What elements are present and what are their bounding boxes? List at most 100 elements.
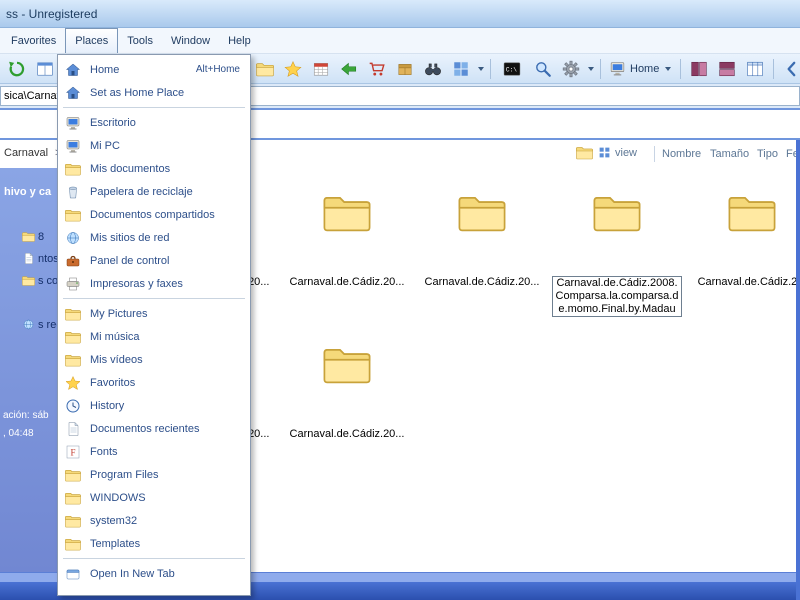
file-item-label: Carnaval.de.Cádiz.20...: [289, 428, 405, 440]
sidebar-link-0[interactable]: 8: [22, 230, 44, 243]
home-button[interactable]: Home: [606, 57, 675, 81]
columns-icon: [746, 60, 764, 78]
cart-button[interactable]: [364, 57, 390, 81]
file-item[interactable]: Carnaval.de.Cádiz.20...: [280, 188, 414, 338]
places-menu-item-home[interactable]: Home Alt+Home: [58, 58, 250, 81]
control-panel-icon: [65, 253, 81, 269]
folder-icon: [323, 192, 371, 232]
folder-icon[interactable]: [576, 145, 593, 160]
home-monitor-icon: [609, 60, 626, 77]
title-bar: ss - Unregistered: [0, 0, 800, 28]
file-item-label: Carnaval.de.Cádiz.20...: [424, 276, 540, 288]
places-menu-item-history[interactable]: History: [58, 394, 250, 417]
home-dropdown-caret[interactable]: [663, 57, 672, 81]
refresh-button[interactable]: [4, 57, 30, 81]
network-places-icon: [65, 230, 81, 246]
console-button[interactable]: [496, 57, 528, 81]
places-menu-item-my-pictures[interactable]: My Pictures: [58, 302, 250, 325]
document-icon: [22, 252, 35, 265]
search-button[interactable]: [530, 57, 556, 81]
split-horizontal-button[interactable]: [714, 57, 740, 81]
view-mode-button[interactable]: view: [598, 146, 637, 159]
folder-icon: [22, 274, 35, 287]
column-header-tamano[interactable]: Tamaño: [710, 148, 749, 160]
pictures-folder-icon: [65, 306, 81, 322]
file-item-selected[interactable]: Carnaval.de.Cádiz.2008.Comparsa.la.compa…: [550, 188, 684, 338]
layout-dropdown-caret[interactable]: [476, 57, 485, 81]
header-separator: [654, 146, 655, 162]
places-menu-item-mi-pc[interactable]: Mi PC: [58, 134, 250, 157]
places-menu-item-program-files[interactable]: Program Files: [58, 463, 250, 486]
package-button[interactable]: [392, 57, 418, 81]
music-folder-icon: [65, 329, 81, 345]
places-menu-item-set-as-home-place[interactable]: Set as Home Place: [58, 81, 250, 104]
network-icon: [22, 318, 35, 331]
folder-icon: [323, 344, 371, 384]
places-menu-item-panel-de-control[interactable]: Panel de control: [58, 249, 250, 272]
column-header-nombre[interactable]: Nombre: [662, 148, 701, 160]
refresh-icon: [8, 60, 26, 78]
new-folder-button[interactable]: [252, 57, 278, 81]
settings-dropdown-caret[interactable]: [586, 57, 595, 81]
sidebar-link-1[interactable]: ntos: [22, 252, 59, 265]
places-menu-item-mi-musica[interactable]: Mi música: [58, 325, 250, 348]
window-layout-button[interactable]: [448, 57, 474, 81]
folder-icon: [728, 192, 776, 232]
file-item[interactable]: Carnaval.de.Cádiz.2...: [685, 188, 800, 338]
places-menu-item-templates[interactable]: Templates: [58, 532, 250, 555]
windows-folder-icon: [65, 490, 81, 506]
details-text: , 04:48: [3, 428, 34, 439]
places-menu-item-mis-sitios-de-red[interactable]: Mis sitios de red: [58, 226, 250, 249]
places-menu-item-windows[interactable]: WINDOWS: [58, 486, 250, 509]
columns-view-button[interactable]: [742, 57, 768, 81]
arrow-left-icon: [783, 60, 800, 78]
menubar-item-favorites[interactable]: Favorites: [2, 28, 65, 53]
nav-back-button[interactable]: [779, 57, 800, 81]
view-label: view: [615, 146, 638, 159]
package-icon: [396, 60, 414, 78]
back-arrow-icon: [340, 60, 358, 78]
new-folder-icon: [256, 60, 274, 78]
templates-folder-icon: [65, 536, 81, 552]
menubar-item-tools[interactable]: Tools: [118, 28, 162, 53]
places-menu-item-documentos-compartidos[interactable]: Documentos compartidos: [58, 203, 250, 226]
menubar-item-help[interactable]: Help: [219, 28, 260, 53]
places-menu-item-escritorio[interactable]: Escritorio: [58, 111, 250, 134]
folder-icon: [22, 230, 35, 243]
menu-separator: [63, 107, 245, 108]
recycle-bin-icon: [65, 184, 81, 200]
places-menu-item-papelera-de-reciclaje[interactable]: Papelera de reciclaje: [58, 180, 250, 203]
places-menu-item-mis-videos[interactable]: Mis vídeos: [58, 348, 250, 371]
places-menu-item-impresoras-y-faxes[interactable]: Impresoras y faxes: [58, 272, 250, 295]
window-right-border: [796, 140, 800, 600]
places-menu-item-system32[interactable]: system32: [58, 509, 250, 532]
menubar-item-window[interactable]: Window: [162, 28, 219, 53]
shared-documents-icon: [65, 207, 81, 223]
places-menu-item-fonts[interactable]: Fonts: [58, 440, 250, 463]
favorites-button[interactable]: [280, 57, 306, 81]
back-button[interactable]: [336, 57, 362, 81]
favorites-icon: [65, 375, 81, 391]
breadcrumb[interactable]: Carnaval>: [4, 147, 61, 159]
breadcrumb-current[interactable]: Carnaval: [4, 147, 48, 159]
toolbar-separator: [490, 58, 491, 79]
menu-separator: [63, 558, 245, 559]
find-files-button[interactable]: [420, 57, 446, 81]
places-menu-item-mis-documentos[interactable]: Mis documentos: [58, 157, 250, 180]
places-menu-item-documentos-recientes[interactable]: Documentos recientes: [58, 417, 250, 440]
home-icon: [65, 62, 81, 78]
file-item[interactable]: Carnaval.de.Cádiz.20...: [415, 188, 549, 338]
calendar-button[interactable]: [308, 57, 334, 81]
settings-button[interactable]: [558, 57, 584, 81]
menubar-item-places[interactable]: Places: [65, 28, 119, 53]
column-header-tipo[interactable]: Tipo: [757, 148, 778, 160]
panes-button[interactable]: [32, 57, 58, 81]
places-menu: Home Alt+Home Set as Home Place Escritor…: [57, 54, 251, 596]
places-menu-item-favoritos[interactable]: Favoritos: [58, 371, 250, 394]
menu-shortcut: Alt+Home: [195, 64, 240, 75]
home-button-label: Home: [630, 62, 660, 75]
places-menu-item-open-in-new-tab[interactable]: Open In New Tab: [58, 562, 250, 585]
file-item[interactable]: Carnaval.de.Cádiz.20...: [280, 340, 414, 490]
favorites-star-icon: [284, 60, 302, 78]
split-vertical-button[interactable]: [686, 57, 712, 81]
